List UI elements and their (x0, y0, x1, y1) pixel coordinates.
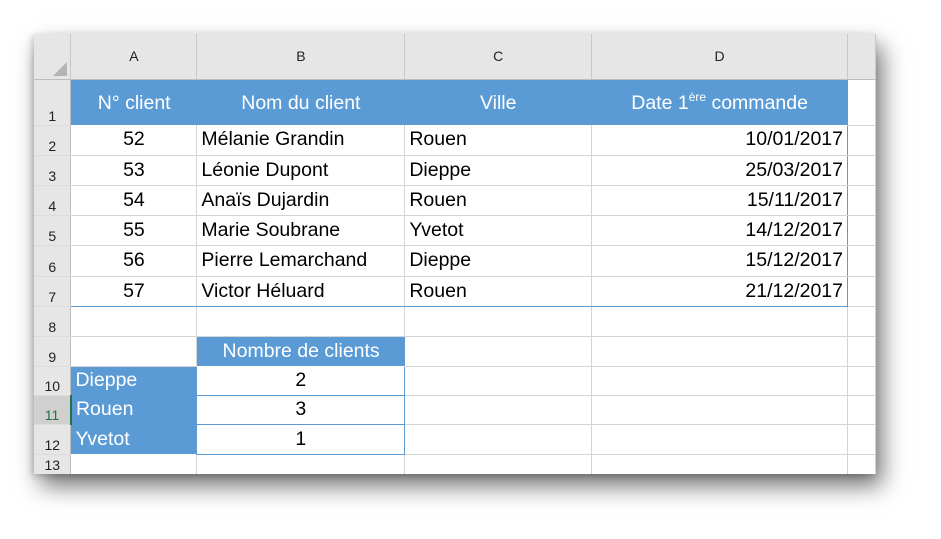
header-first-order-date[interactable]: Date 1ère commande (591, 79, 848, 125)
cell-c9[interactable] (404, 336, 593, 367)
cell-first-order-date[interactable]: 15/12/2017 (591, 245, 849, 277)
summary-city[interactable]: Rouen (70, 395, 197, 424)
cell-e1[interactable] (847, 79, 876, 126)
row-header-13[interactable]: 13 (34, 454, 72, 474)
worksheet-grid: A B C D 1 N° client Nom du client Ville … (34, 34, 876, 474)
cell-e5[interactable] (847, 215, 876, 246)
row-header-1[interactable]: 1 (34, 79, 72, 126)
row-header-9[interactable]: 9 (34, 336, 72, 367)
row-header-5[interactable]: 5 (34, 215, 72, 246)
cell-e3[interactable] (847, 155, 876, 186)
header-first-order-superscript: ère (688, 89, 707, 104)
cell-e6[interactable] (847, 245, 876, 277)
cell-first-order-date[interactable]: 21/12/2017 (591, 276, 849, 307)
spreadsheet: A B C D 1 N° client Nom du client Ville … (34, 34, 876, 474)
cell-e7[interactable] (847, 276, 876, 307)
row-header-3[interactable]: 3 (34, 155, 72, 186)
summary-header-count[interactable]: Nombre de clients (196, 336, 405, 366)
cell-e13[interactable] (847, 454, 876, 474)
row-header-11[interactable]: 11 (34, 395, 72, 425)
cell-client-name[interactable]: Anaïs Dujardin (196, 185, 406, 216)
cell-c10[interactable] (404, 366, 593, 396)
summary-count[interactable]: 2 (196, 366, 406, 396)
cell-d9[interactable] (591, 336, 849, 367)
row-header-12[interactable]: 12 (34, 424, 72, 455)
cell-first-order-date[interactable]: 10/01/2017 (591, 125, 849, 156)
cell-e2[interactable] (847, 125, 876, 156)
header-client-name[interactable]: Nom du client (196, 79, 405, 125)
column-header-a[interactable]: A (70, 34, 198, 80)
cell-c13[interactable] (404, 454, 593, 474)
column-header-d[interactable]: D (591, 34, 849, 80)
column-header-b[interactable]: B (196, 34, 406, 80)
cell-client-name[interactable]: Mélanie Grandin (196, 125, 406, 156)
cell-city[interactable]: Rouen (404, 276, 593, 307)
summary-city[interactable]: Dieppe (70, 366, 197, 395)
cell-first-order-date[interactable]: 25/03/2017 (591, 155, 849, 186)
cell-d10[interactable] (591, 366, 849, 396)
cell-b8[interactable] (196, 306, 406, 337)
header-first-order-suffix: commande (706, 91, 808, 114)
cell-d12[interactable] (591, 424, 849, 455)
cell-c8[interactable] (404, 306, 593, 337)
cell-client-name[interactable]: Léonie Dupont (196, 155, 406, 186)
cell-first-order-date[interactable]: 14/12/2017 (591, 215, 849, 246)
cell-e4[interactable] (847, 185, 876, 216)
header-first-order-prefix: Date 1 (631, 91, 689, 114)
cell-client-name[interactable]: Pierre Lemarchand (196, 245, 406, 277)
row-header-7[interactable]: 7 (34, 276, 72, 307)
select-all-triangle-icon (53, 61, 68, 76)
cell-client-number[interactable]: 52 (70, 125, 198, 156)
cell-client-number[interactable]: 55 (70, 215, 198, 246)
cell-c12[interactable] (404, 424, 593, 455)
cell-e8[interactable] (847, 306, 876, 337)
row-header-10[interactable]: 10 (34, 366, 72, 396)
cell-client-number[interactable]: 54 (70, 185, 198, 216)
cell-a13[interactable] (70, 454, 198, 474)
cell-city[interactable]: Dieppe (404, 155, 593, 186)
cell-a9[interactable] (70, 336, 198, 367)
header-client-number[interactable]: N° client (70, 79, 197, 125)
cell-client-number[interactable]: 57 (70, 276, 198, 307)
column-header-c[interactable]: C (404, 34, 593, 80)
row-header-4[interactable]: 4 (34, 185, 72, 216)
cell-first-order-date[interactable]: 15/11/2017 (591, 185, 849, 216)
cell-a8[interactable] (70, 306, 198, 337)
cell-e10[interactable] (847, 366, 876, 396)
row-header-2[interactable]: 2 (34, 125, 72, 156)
cell-d8[interactable] (591, 306, 849, 337)
row-header-6[interactable]: 6 (34, 245, 72, 277)
cell-d11[interactable] (591, 395, 849, 425)
cell-e12[interactable] (847, 424, 876, 455)
summary-city[interactable]: Yvetot (70, 424, 197, 454)
cell-e11[interactable] (847, 395, 876, 425)
column-header-e[interactable] (847, 34, 876, 80)
cell-d13[interactable] (591, 454, 849, 474)
cell-city[interactable]: Dieppe (404, 245, 593, 277)
cell-city[interactable]: Rouen (404, 125, 593, 156)
summary-count[interactable]: 3 (196, 395, 406, 425)
summary-count[interactable]: 1 (196, 424, 406, 455)
row-header-8[interactable]: 8 (34, 306, 72, 337)
select-all-corner[interactable] (34, 34, 72, 80)
cell-city[interactable]: Yvetot (404, 215, 593, 246)
cell-client-number[interactable]: 56 (70, 245, 198, 277)
cell-client-name[interactable]: Victor Héluard (196, 276, 406, 307)
cell-e9[interactable] (847, 336, 876, 367)
cell-client-name[interactable]: Marie Soubrane (196, 215, 406, 246)
header-city[interactable]: Ville (404, 79, 592, 125)
cell-client-number[interactable]: 53 (70, 155, 198, 186)
cell-c11[interactable] (404, 395, 593, 425)
cell-b13[interactable] (196, 454, 406, 474)
cell-city[interactable]: Rouen (404, 185, 593, 216)
